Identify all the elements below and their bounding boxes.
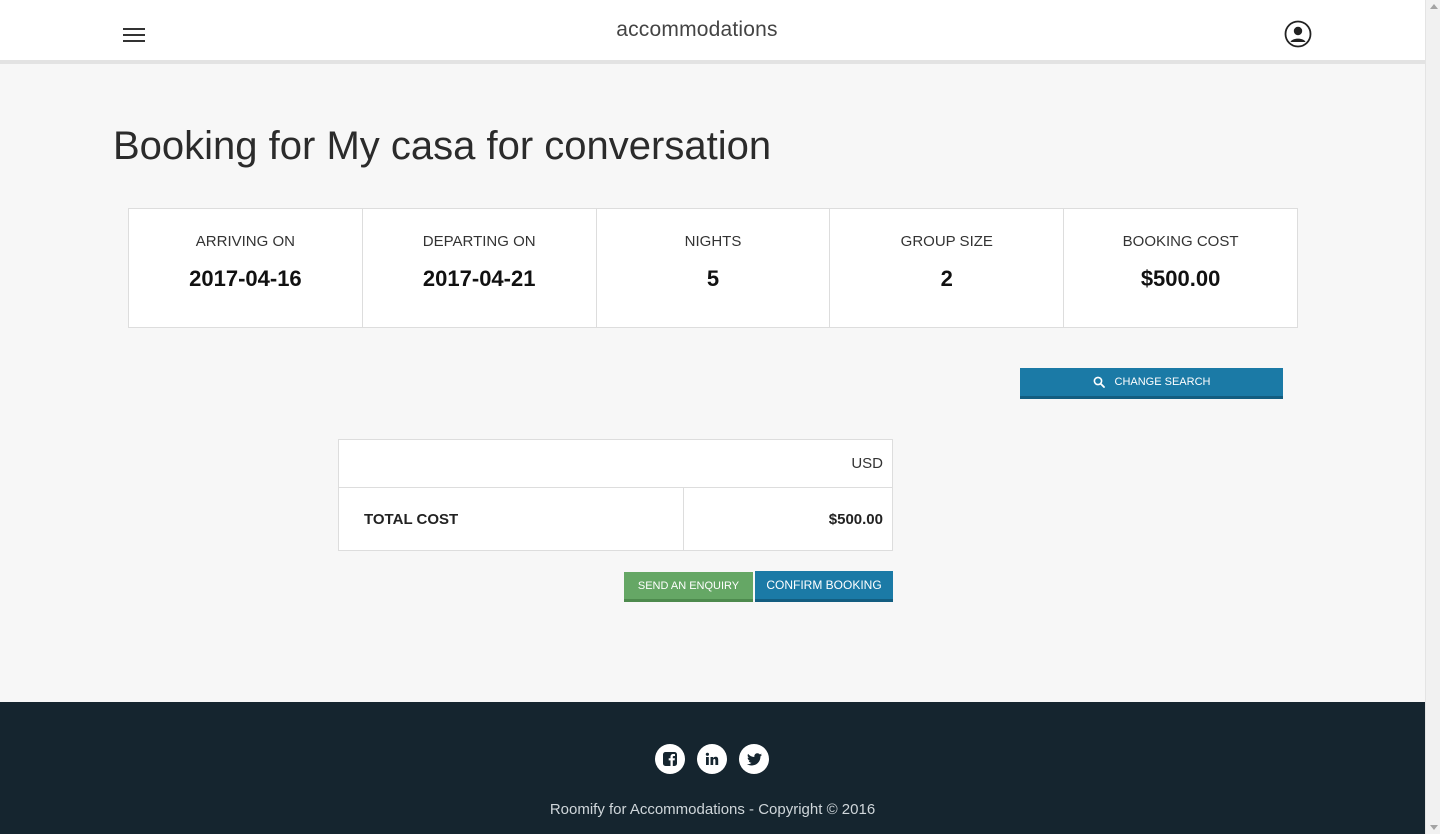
footer: Roomify for Accommodations - Copyright ©… — [0, 702, 1425, 834]
app-title[interactable]: accommodations — [0, 18, 1394, 42]
search-icon — [1093, 376, 1105, 388]
summary-value: 2 — [940, 266, 953, 291]
vertical-scrollbar[interactable] — [1425, 0, 1440, 834]
send-enquiry-button[interactable]: SEND AN ENQUIRY — [624, 572, 753, 602]
page-title: Booking for My casa for conversation — [113, 124, 772, 168]
confirm-booking-button[interactable]: CONFIRM BOOKING — [755, 571, 893, 602]
social-links — [655, 744, 769, 774]
cost-table: USD TOTAL COST $500.00 — [338, 439, 893, 551]
change-search-label: CHANGE SEARCH — [1114, 376, 1211, 388]
scroll-up-icon[interactable] — [1430, 4, 1438, 9]
linkedin-icon[interactable] — [697, 744, 727, 774]
page: accommodations Booking for My casa for c… — [0, 0, 1425, 834]
summary-label: DEPARTING ON — [422, 233, 536, 250]
total-cost-row: TOTAL COST $500.00 — [338, 487, 893, 551]
summary-label: BOOKING COST — [1122, 233, 1239, 250]
summary-label: GROUP SIZE — [900, 233, 993, 250]
summary-nights: NIGHTS 5 — [597, 209, 831, 327]
scroll-down-icon[interactable] — [1430, 825, 1438, 830]
copyright-text: Roomify for Accommodations - Copyright ©… — [549, 801, 876, 818]
summary-label: ARRIVING ON — [195, 233, 295, 250]
summary-group-size: GROUP SIZE 2 — [830, 209, 1065, 327]
change-search-button[interactable]: CHANGE SEARCH — [1020, 368, 1283, 399]
summary-value: 2017-04-21 — [422, 266, 536, 291]
booking-summary: ARRIVING ON 2017-04-16 DEPARTING ON 2017… — [128, 208, 1298, 328]
user-account-icon[interactable] — [1284, 20, 1312, 48]
summary-departing: DEPARTING ON 2017-04-21 — [363, 209, 597, 327]
summary-value: $500.00 — [1140, 266, 1221, 291]
total-cost-label: TOTAL COST — [338, 487, 684, 551]
facebook-icon[interactable] — [655, 744, 685, 774]
summary-arriving: ARRIVING ON 2017-04-16 — [129, 209, 363, 327]
summary-value: 5 — [706, 266, 720, 291]
total-cost-value: $500.00 — [683, 487, 893, 551]
summary-label: NIGHTS — [684, 233, 742, 250]
currency-cell: USD — [338, 439, 893, 488]
summary-booking-cost: BOOKING COST $500.00 — [1064, 209, 1297, 327]
top-header: accommodations — [0, 0, 1425, 64]
twitter-icon[interactable] — [739, 744, 769, 774]
cost-table-header-row: USD — [338, 439, 893, 488]
summary-value: 2017-04-16 — [189, 266, 302, 291]
